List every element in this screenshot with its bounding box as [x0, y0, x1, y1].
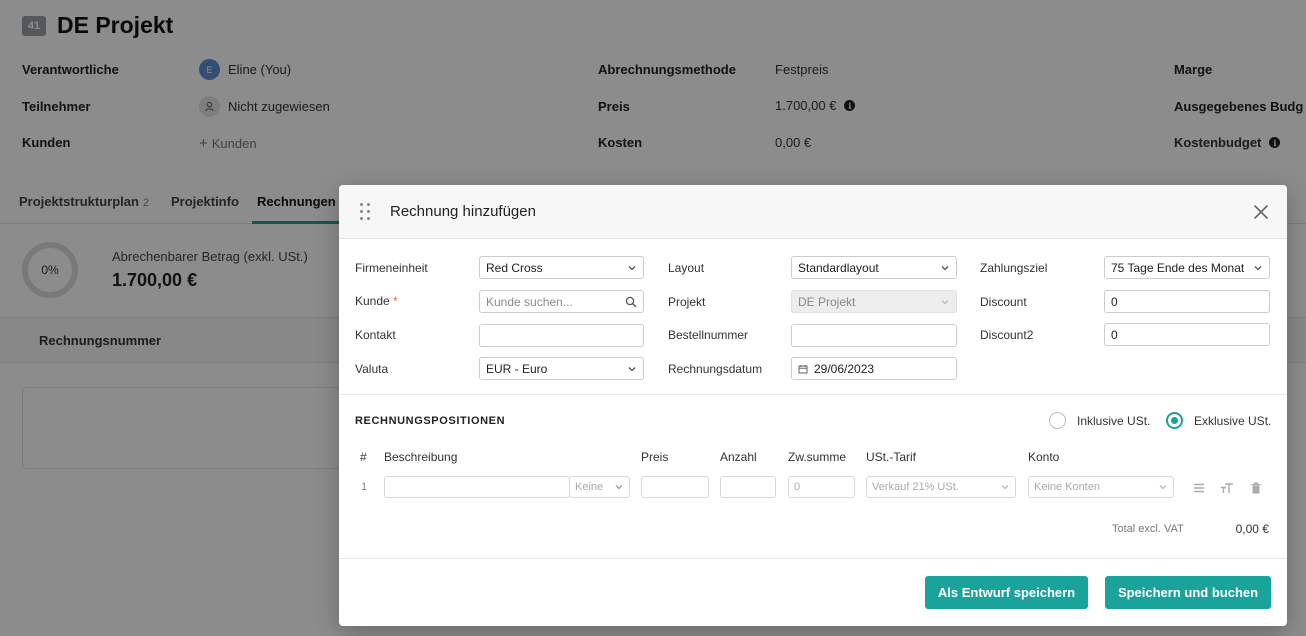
- invoice-date-value: 29/06/2023: [814, 361, 875, 376]
- project-select: DE Projekt: [791, 290, 957, 313]
- account-value: Keine Konten: [1034, 481, 1101, 493]
- vat-inclusive-radio[interactable]: Inklusive USt.: [1049, 412, 1150, 429]
- col-description: Beschreibung: [384, 450, 458, 464]
- chevron-down-icon: [1159, 485, 1167, 490]
- col-subtotal: Zw.summe: [788, 450, 847, 464]
- drag-handle-icon[interactable]: [359, 202, 371, 222]
- discount-label: Discount: [980, 295, 1027, 309]
- layout-label: Layout: [668, 261, 705, 275]
- company-label: Firmeneinheit: [355, 261, 428, 275]
- chevron-down-icon: [1254, 265, 1262, 270]
- row-number: 1: [361, 481, 368, 493]
- vat-exclusive-radio[interactable]: Exklusive USt.: [1166, 412, 1271, 429]
- modal-title: Rechnung hinzufügen: [390, 203, 536, 220]
- order-number-input[interactable]: [791, 324, 957, 347]
- discount2-input[interactable]: 0: [1104, 323, 1270, 346]
- customer-placeholder: Kunde suchen...: [486, 294, 573, 309]
- currency-value: EUR - Euro: [486, 361, 548, 376]
- positions-section-title: RECHNUNGSPOSITIONEN: [355, 415, 506, 427]
- chevron-down-icon: [941, 265, 949, 270]
- payment-term-value: 75 Tage Ende des Monat: [1111, 260, 1245, 275]
- col-price: Preis: [641, 450, 669, 464]
- vat-inclusive-label: Inklusive USt.: [1077, 413, 1151, 428]
- col-vat-rate: USt.-Tarif: [866, 450, 917, 464]
- section-divider: [339, 394, 1287, 395]
- project-value: DE Projekt: [798, 294, 856, 309]
- contact-input[interactable]: [479, 324, 644, 347]
- customer-search-input[interactable]: Kunde suchen...: [479, 290, 644, 313]
- vat-rate-value: Verkauf 21% USt.: [872, 481, 959, 493]
- add-invoice-modal: Rechnung hinzufügen Firmeneinheit Red Cr…: [339, 185, 1287, 626]
- close-icon[interactable]: [1252, 203, 1270, 221]
- layout-value: Standardlayout: [798, 260, 879, 275]
- layout-select[interactable]: Standardlayout: [791, 256, 957, 279]
- order-number-label: Bestellnummer: [668, 328, 749, 342]
- vat-exclusive-label: Exklusive USt.: [1194, 413, 1272, 428]
- discount2-label: Discount2: [980, 328, 1034, 342]
- search-icon: [625, 296, 637, 307]
- save-and-book-button[interactable]: Speichern und buchen: [1105, 576, 1271, 609]
- required-marker: *: [393, 294, 398, 308]
- price-input[interactable]: [641, 476, 709, 498]
- invoice-date-picker[interactable]: 29/06/2023: [791, 357, 957, 380]
- payment-term-select[interactable]: 75 Tage Ende des Monat: [1104, 256, 1270, 279]
- total-excl-vat-value: 0,00 €: [1235, 522, 1269, 536]
- col-account: Konto: [1028, 450, 1060, 464]
- chevron-down-icon: [628, 265, 636, 270]
- contact-label: Kontakt: [355, 328, 396, 342]
- quantity-input[interactable]: [720, 476, 776, 498]
- total-excl-vat-label: Total excl. VAT: [1112, 523, 1184, 535]
- company-value: Red Cross: [486, 260, 543, 275]
- radio-unchecked: [1049, 412, 1066, 429]
- chevron-down-icon: [941, 299, 949, 304]
- vat-rate-select[interactable]: Verkauf 21% USt.: [866, 476, 1016, 498]
- discount-input[interactable]: 0: [1104, 290, 1270, 313]
- currency-select[interactable]: EUR - Euro: [479, 357, 644, 380]
- modal-header: Rechnung hinzufügen: [339, 185, 1287, 239]
- radio-checked: [1166, 412, 1183, 429]
- account-select[interactable]: Keine Konten: [1028, 476, 1174, 498]
- chevron-down-icon: [628, 366, 636, 371]
- customer-label: Kunde *: [355, 294, 398, 308]
- currency-label: Valuta: [355, 362, 389, 376]
- col-quantity: Anzahl: [720, 450, 757, 464]
- payment-term-label: Zahlungsziel: [980, 261, 1048, 275]
- col-num: #: [360, 450, 367, 464]
- text-size-icon[interactable]: [1220, 481, 1234, 495]
- customer-label-text: Kunde: [355, 294, 390, 308]
- unit-select[interactable]: Keine: [569, 476, 630, 498]
- description-lines-icon[interactable]: [1192, 481, 1206, 495]
- description-input[interactable]: [384, 476, 570, 498]
- project-label: Projekt: [668, 295, 706, 309]
- save-draft-button[interactable]: Als Entwurf speichern: [925, 576, 1088, 609]
- invoice-date-label: Rechnungsdatum: [668, 362, 763, 376]
- calendar-icon: [798, 364, 808, 373]
- chevron-down-icon: [1001, 485, 1009, 490]
- company-select[interactable]: Red Cross: [479, 256, 644, 279]
- footer-divider: [339, 558, 1287, 559]
- trash-icon[interactable]: [1249, 481, 1263, 495]
- unit-placeholder: Keine: [575, 481, 604, 493]
- chevron-down-icon: [615, 485, 623, 490]
- subtotal-input[interactable]: 0: [788, 476, 855, 498]
